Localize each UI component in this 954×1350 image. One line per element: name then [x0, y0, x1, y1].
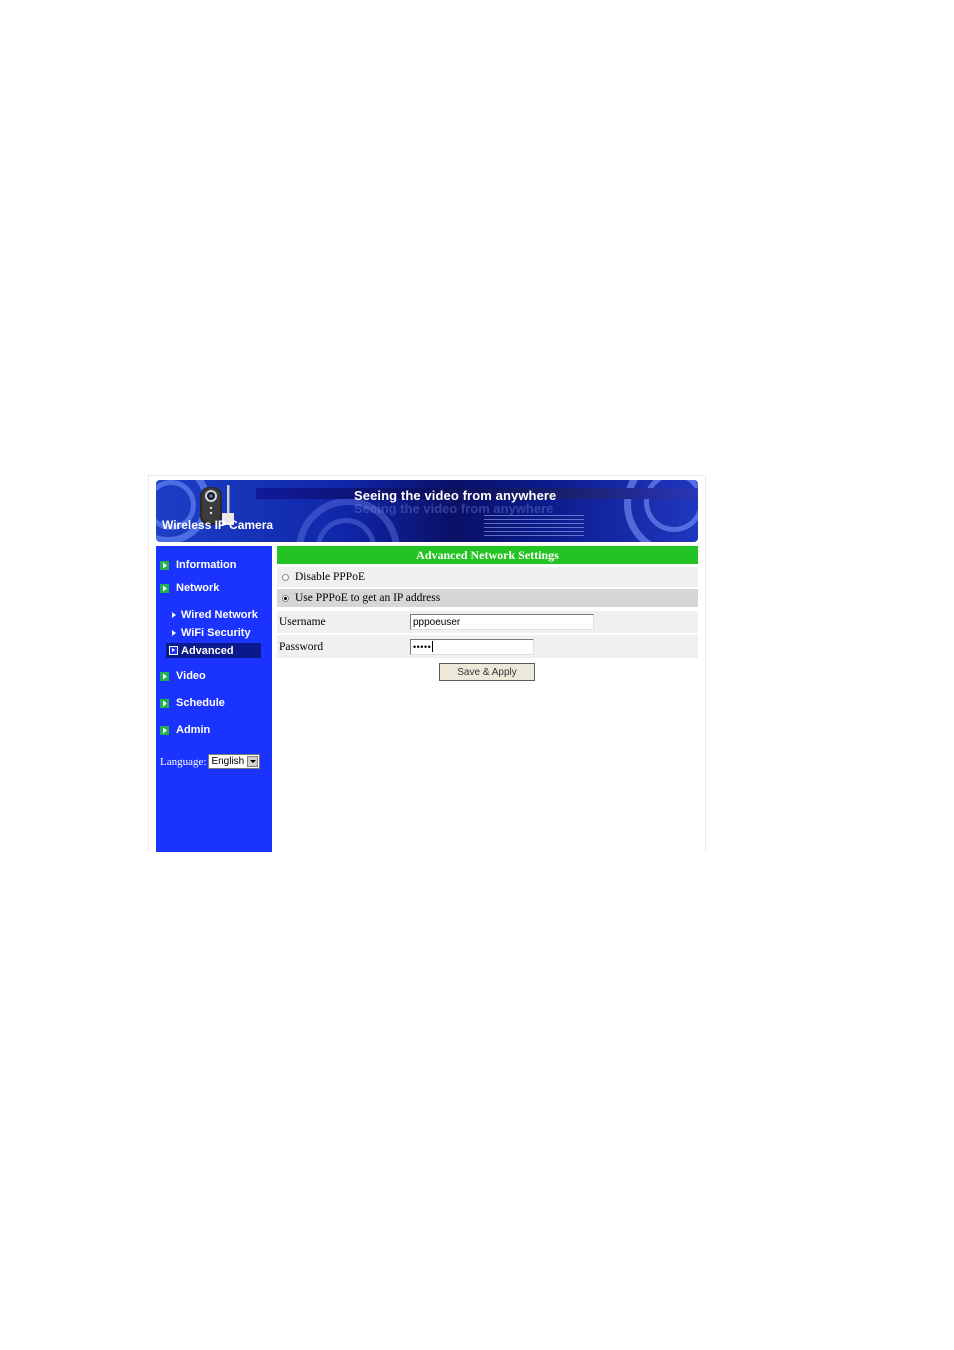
- password-value: •••••: [413, 641, 432, 652]
- page-title: Advanced Network Settings: [277, 546, 698, 564]
- sidebar-item-label: Schedule: [176, 697, 225, 709]
- menu-arrow-icon: [160, 725, 169, 735]
- settings-panel: Advanced Network Settings Disable PPPoE …: [277, 546, 698, 681]
- text-cursor: [432, 641, 434, 652]
- menu-arrow-icon: [160, 583, 169, 593]
- sidebar-subitem-label: Advanced: [181, 644, 234, 657]
- sidebar-item-schedule[interactable]: Schedule: [156, 695, 225, 711]
- sidebar-subitem-wifi-security[interactable]: WiFi Security: [170, 625, 251, 640]
- submenu-arrow-icon: [172, 611, 176, 618]
- menu-arrow-icon: [160, 560, 169, 570]
- language-select-value: English: [211, 756, 245, 767]
- sidebar-item-label: Video: [176, 670, 206, 682]
- username-row: Username pppoeuser: [277, 611, 698, 633]
- sidebar-item-network[interactable]: Network: [156, 580, 219, 596]
- sidebar-item-label: Network: [176, 582, 220, 594]
- password-label: Password: [279, 640, 324, 653]
- language-label: Language:: [160, 755, 207, 768]
- banner-fine-print: [484, 515, 584, 539]
- header-banner: Seeing the video from anywhere Seeing th…: [156, 480, 698, 542]
- radio-disable-pppoe[interactable]: [282, 573, 289, 581]
- sidebar: Information Network Wired Network WiFi S…: [156, 546, 272, 852]
- sidebar-item-information[interactable]: Information: [156, 557, 237, 573]
- language-select[interactable]: English: [208, 754, 261, 769]
- banner-brand: Wireless IP Camera: [162, 518, 274, 532]
- menu-arrow-icon: [160, 671, 169, 681]
- sidebar-subitem-wired-network[interactable]: Wired Network: [170, 607, 258, 622]
- radio-use-pppoe[interactable]: [282, 594, 289, 602]
- selected-arrow-icon: [169, 646, 178, 655]
- username-input[interactable]: pppoeuser: [410, 614, 594, 630]
- menu-arrow-icon: [160, 698, 169, 708]
- submenu-arrow-icon: [172, 629, 176, 636]
- sidebar-item-admin[interactable]: Admin: [156, 722, 210, 738]
- sidebar-item-label: Information: [176, 559, 237, 571]
- username-value: pppoeuser: [413, 616, 461, 628]
- option-use-pppoe[interactable]: Use PPPoE to get an IP address: [277, 589, 698, 607]
- password-row: Password •••••: [277, 635, 698, 658]
- sidebar-item-video[interactable]: Video: [156, 668, 206, 684]
- sidebar-subitem-label: Wired Network: [181, 608, 258, 621]
- sidebar-item-label: Admin: [176, 724, 211, 736]
- sidebar-subitem-advanced[interactable]: Advanced: [166, 643, 261, 658]
- banner-slogan-reflection: Seeing the video from anywhere: [354, 501, 554, 516]
- option-label: Use PPPoE to get an IP address: [295, 592, 441, 604]
- chevron-down-icon[interactable]: [247, 756, 259, 767]
- sidebar-subitem-label: WiFi Security: [181, 626, 251, 639]
- option-disable-pppoe[interactable]: Disable PPPoE: [277, 567, 698, 587]
- language-row: Language: English: [160, 754, 261, 769]
- save-apply-button[interactable]: Save & Apply: [439, 663, 535, 681]
- option-label: Disable PPPoE: [295, 571, 365, 583]
- username-label: Username: [279, 616, 326, 628]
- password-input[interactable]: •••••: [410, 638, 534, 655]
